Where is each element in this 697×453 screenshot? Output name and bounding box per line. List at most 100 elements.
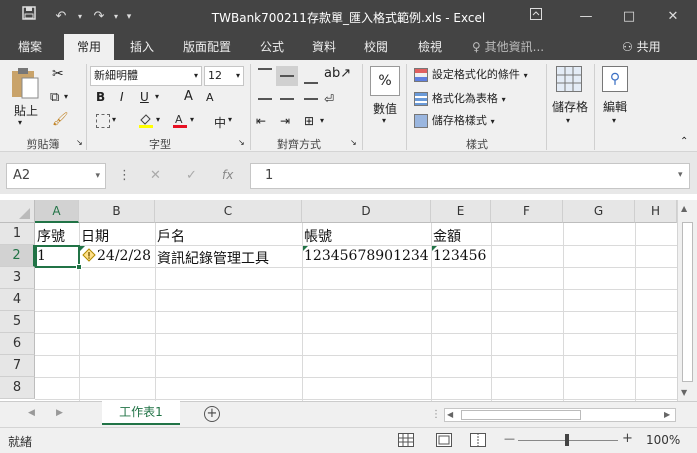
- tab-page-layout[interactable]: 版面配置: [174, 34, 240, 60]
- sheet-prev-icon[interactable]: ◀: [28, 408, 35, 418]
- tab-home[interactable]: 常用: [64, 34, 114, 60]
- decrease-indent-icon[interactable]: ⇤: [256, 114, 266, 128]
- format-as-table-button[interactable]: 格式化為表格 ▾: [414, 90, 544, 108]
- paste-dropdown-icon[interactable]: ▾: [18, 118, 22, 127]
- normal-view-icon[interactable]: [398, 433, 414, 447]
- tab-file[interactable]: 檔案: [8, 34, 52, 60]
- share-button[interactable]: ⚇ 共用: [622, 34, 661, 60]
- orientation-icon[interactable]: ab↗: [324, 66, 351, 81]
- phonetic-button[interactable]: 中: [214, 114, 226, 131]
- cancel-entry-button[interactable]: ✕: [150, 168, 161, 183]
- horizontal-scroll-thumb[interactable]: [461, 410, 581, 420]
- expand-formula-bar-icon[interactable]: ▾: [678, 170, 683, 180]
- clipboard-launcher-icon[interactable]: ↘: [76, 138, 83, 147]
- cell-styles-button[interactable]: 儲存格樣式 ▾: [414, 112, 544, 130]
- cells-icon[interactable]: [556, 66, 582, 92]
- cell-d1[interactable]: 帳號: [304, 226, 332, 246]
- shrink-font-button[interactable]: A: [206, 91, 214, 104]
- font-name-box[interactable]: 新細明體 ▾: [90, 66, 202, 86]
- horizontal-scrollbar[interactable]: ◀ ▶: [444, 408, 676, 422]
- bold-button[interactable]: B: [96, 90, 105, 104]
- row-header-3[interactable]: 3: [0, 267, 35, 289]
- tab-view[interactable]: 檢視: [408, 34, 452, 60]
- sheet-next-icon[interactable]: ▶: [56, 408, 63, 418]
- page-break-view-icon[interactable]: [470, 433, 486, 447]
- zoom-in-button[interactable]: +: [622, 431, 633, 446]
- row-header-4[interactable]: 4: [0, 289, 35, 311]
- wrap-text-icon[interactable]: ⏎: [324, 92, 334, 106]
- format-painter-icon[interactable]: 🖌: [52, 112, 69, 127]
- cells-dropdown-icon[interactable]: ▾: [566, 116, 570, 125]
- align-center-icon[interactable]: [280, 98, 294, 100]
- font-color-dropdown-icon[interactable]: ▾: [190, 115, 194, 124]
- tab-formulas[interactable]: 公式: [250, 34, 294, 60]
- cell-b1[interactable]: 日期: [81, 226, 109, 246]
- zoom-slider-thumb[interactable]: [565, 434, 569, 446]
- more-options-icon[interactable]: ⋮: [118, 168, 131, 183]
- row-header-6[interactable]: 6: [0, 333, 35, 355]
- column-header-h[interactable]: H: [635, 200, 677, 223]
- row-header-1[interactable]: 1: [0, 223, 35, 245]
- align-left-icon[interactable]: [258, 98, 272, 100]
- row-header-8[interactable]: 8: [0, 377, 35, 399]
- merge-center-icon[interactable]: ⊞: [304, 114, 314, 128]
- name-box[interactable]: A2 ▾: [6, 163, 106, 189]
- alignment-launcher-icon[interactable]: ↘: [350, 138, 357, 147]
- tell-me-search[interactable]: ♀ 其他資訊...: [472, 34, 544, 60]
- zoom-out-button[interactable]: —: [504, 432, 515, 445]
- column-header-c[interactable]: C: [155, 200, 302, 223]
- number-dropdown-icon[interactable]: ▾: [382, 116, 386, 125]
- tab-insert[interactable]: 插入: [120, 34, 164, 60]
- fill-color-icon[interactable]: [138, 112, 154, 128]
- number-format-button[interactable]: %: [370, 66, 400, 96]
- maximize-button[interactable]: □: [618, 6, 640, 28]
- column-header-e[interactable]: E: [431, 200, 491, 223]
- align-bottom-icon[interactable]: [304, 82, 318, 84]
- align-right-icon[interactable]: [304, 98, 318, 100]
- conditional-formatting-button[interactable]: 設定格式化的條件 ▾: [414, 66, 544, 84]
- cell-e1[interactable]: 金額: [433, 226, 461, 246]
- insert-function-button[interactable]: fx: [222, 168, 233, 182]
- copy-icon[interactable]: ⧉: [50, 90, 59, 105]
- scroll-up-icon[interactable]: ▲: [681, 204, 687, 213]
- row-header-5[interactable]: 5: [0, 311, 35, 333]
- tab-review[interactable]: 校閱: [354, 34, 398, 60]
- underline-button[interactable]: U: [140, 90, 149, 104]
- scroll-right-icon[interactable]: ▶: [664, 410, 670, 419]
- minimize-button[interactable]: —: [575, 6, 597, 28]
- warning-icon[interactable]: [82, 248, 96, 262]
- editing-label[interactable]: 編輯: [603, 98, 627, 115]
- font-color-icon[interactable]: A: [172, 112, 188, 128]
- scroll-left-icon[interactable]: ◀: [447, 410, 453, 419]
- page-layout-view-icon[interactable]: [436, 433, 452, 447]
- border-icon[interactable]: [96, 114, 110, 128]
- column-header-f[interactable]: F: [491, 200, 563, 223]
- italic-button[interactable]: I: [120, 90, 124, 104]
- row-header-7[interactable]: 7: [0, 355, 35, 377]
- paste-icon[interactable]: [10, 66, 46, 100]
- cell-a1[interactable]: 序號: [37, 226, 65, 246]
- formula-input[interactable]: 1: [250, 163, 690, 189]
- more-sheets-icon[interactable]: ⋮: [431, 409, 441, 420]
- increase-indent-icon[interactable]: ⇥: [280, 114, 290, 128]
- add-sheet-button[interactable]: +: [204, 406, 220, 422]
- search-icon[interactable]: ⚲: [602, 66, 628, 92]
- copy-dropdown-icon[interactable]: ▾: [64, 92, 68, 101]
- underline-dropdown-icon[interactable]: ▾: [155, 92, 159, 101]
- sheet-tab-1[interactable]: 工作表1: [102, 401, 180, 425]
- cell-c1[interactable]: 戶名: [157, 226, 185, 246]
- cell-c2[interactable]: 資訊紀錄管理工具: [157, 248, 269, 268]
- column-header-d[interactable]: D: [302, 200, 431, 223]
- enter-entry-button[interactable]: ✓: [186, 168, 197, 183]
- select-all-button[interactable]: [0, 200, 35, 223]
- tab-data[interactable]: 資料: [302, 34, 346, 60]
- fill-color-dropdown-icon[interactable]: ▾: [156, 115, 160, 124]
- border-dropdown-icon[interactable]: ▾: [112, 115, 116, 124]
- grow-font-button[interactable]: A: [184, 89, 193, 104]
- fill-handle[interactable]: [76, 264, 82, 270]
- column-header-g[interactable]: G: [563, 200, 635, 223]
- number-label[interactable]: 數值: [373, 100, 397, 117]
- cell-d2[interactable]: 12345678901234: [304, 248, 429, 264]
- paste-label[interactable]: 貼上: [14, 102, 38, 119]
- font-launcher-icon[interactable]: ↘: [238, 138, 245, 147]
